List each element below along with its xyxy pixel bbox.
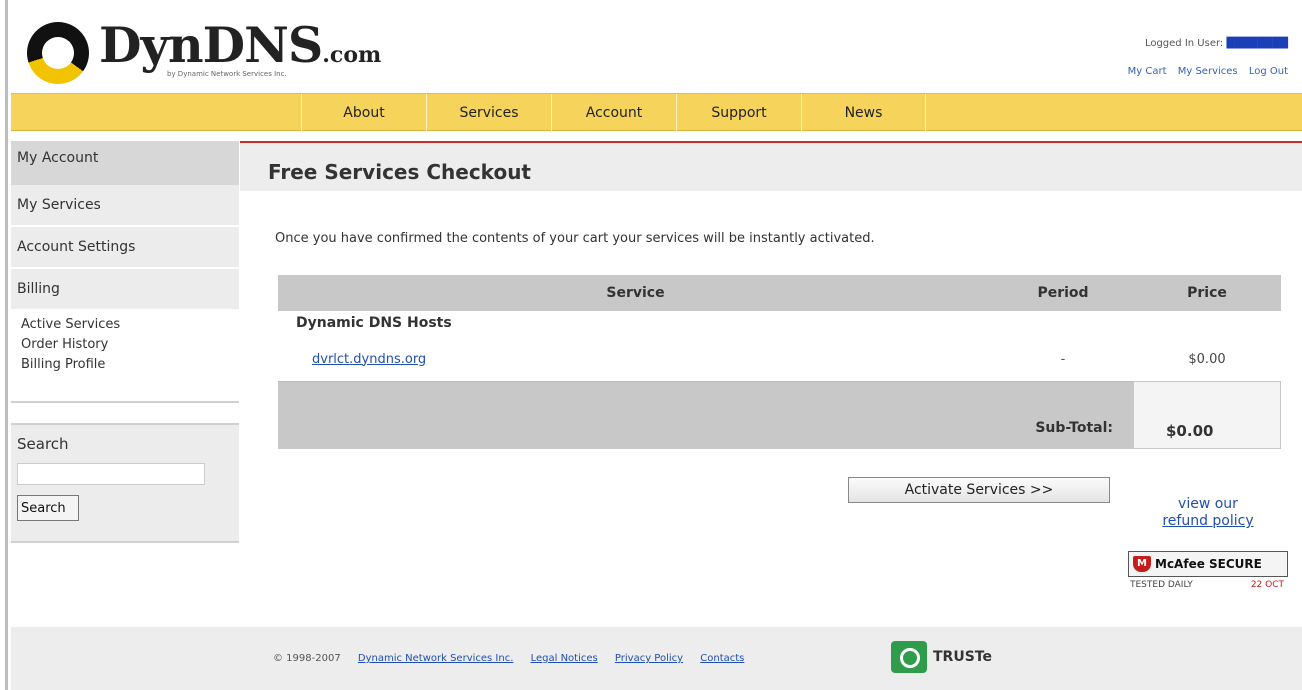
nav-account[interactable]: Account: [551, 94, 676, 131]
footer-link-contacts[interactable]: Contacts: [700, 653, 744, 664]
sidebar-subitem-order-history[interactable]: Order History: [21, 335, 239, 355]
logged-in-line: Logged In User: ████████: [1144, 38, 1288, 49]
subtotal-value: $0.00: [1133, 381, 1281, 449]
truste-label: TRUSTe: [933, 649, 992, 665]
sidebar-title[interactable]: My Account: [11, 141, 239, 185]
cart-table: Service Period Price Dynamic DNS Hosts d…: [278, 275, 1281, 449]
col-price: Price: [1187, 285, 1227, 301]
mcafee-date: 22 OCT: [1250, 580, 1284, 590]
log-out-link[interactable]: Log Out: [1249, 66, 1288, 77]
mcafee-tested: TESTED DAILY: [1130, 580, 1193, 590]
search-panel: Search Search: [11, 423, 239, 543]
sidebar-item-my-services[interactable]: My Services: [11, 185, 239, 227]
activate-services-button[interactable]: Activate Services >>: [848, 477, 1110, 503]
my-cart-link[interactable]: My Cart: [1128, 66, 1167, 77]
copyright-text: © 1998-2007: [273, 653, 341, 664]
service-period: -: [1060, 351, 1066, 367]
dyndns-logo[interactable]: DynDNS.com by Dynamic Network Services I…: [27, 16, 381, 84]
service-price: $0.00: [1188, 351, 1226, 367]
main-nav: About Services Account Support News: [11, 93, 1302, 131]
mcafee-secure-badge[interactable]: McAfee SECURE TESTED DAILY 22 OCT: [1128, 551, 1288, 590]
nav-support[interactable]: Support: [676, 94, 801, 131]
table-header: Service Period Price: [278, 275, 1281, 311]
site-footer: © 1998-2007 Dynamic Network Services Inc…: [11, 627, 1302, 690]
group-row: Dynamic DNS Hosts: [296, 315, 452, 331]
col-service: Service: [606, 285, 665, 301]
sidebar-item-account-settings[interactable]: Account Settings: [11, 227, 239, 269]
logo-wordmark: DynDNS.com: [99, 16, 382, 74]
service-hostname-link[interactable]: dvrlct.dyndns.org: [278, 352, 993, 367]
search-button[interactable]: Search: [17, 495, 79, 521]
left-edge-rule: [0, 0, 8, 690]
my-services-link[interactable]: My Services: [1178, 66, 1238, 77]
sidebar-item-billing[interactable]: Billing: [11, 269, 239, 311]
subtotal-row: Sub-Total: $0.00: [278, 381, 1281, 449]
site-header: DynDNS.com by Dynamic Network Services I…: [11, 0, 1302, 93]
main-content: Free Services Checkout Once you have con…: [240, 141, 1302, 590]
search-input[interactable]: [17, 463, 205, 485]
logo-ring-icon: [27, 22, 89, 84]
sidebar: My Account My Services Account Settings …: [11, 141, 239, 543]
username-redacted[interactable]: ████████: [1226, 38, 1288, 49]
refund-line-1: view our: [1178, 496, 1238, 512]
intro-text: Once you have confirmed the contents of …: [275, 231, 875, 246]
truste-badge[interactable]: TRUSTe: [891, 639, 1031, 675]
nav-services[interactable]: Services: [426, 94, 551, 131]
sidebar-subitem-active-services[interactable]: Active Services: [21, 315, 239, 335]
billing-submenu: Active Services Order History Billing Pr…: [11, 311, 239, 403]
user-box: Logged In User: ████████ My Cart My Serv…: [1120, 30, 1288, 86]
footer-links: © 1998-2007 Dynamic Network Services Inc…: [273, 653, 744, 664]
user-links: My Cart My Services Log Out: [1120, 58, 1288, 86]
nav-about[interactable]: About: [301, 94, 426, 131]
page-title: Free Services Checkout: [240, 141, 1302, 191]
refund-line-2: refund policy: [1162, 513, 1254, 529]
footer-link-company[interactable]: Dynamic Network Services Inc.: [358, 653, 514, 664]
refund-policy-link[interactable]: view our refund policy: [1138, 496, 1278, 530]
logo-subtitle: by Dynamic Network Services Inc.: [167, 70, 287, 78]
mcafee-shield-icon: [1133, 556, 1151, 572]
nav-news[interactable]: News: [801, 94, 926, 131]
truste-logo-icon: [891, 641, 927, 673]
mcafee-label: McAfee SECURE: [1155, 557, 1262, 571]
footer-link-privacy[interactable]: Privacy Policy: [615, 653, 683, 664]
col-period: Period: [1037, 285, 1089, 301]
table-row: dvrlct.dyndns.org - $0.00: [278, 337, 1281, 381]
subtotal-label: Sub-Total:: [278, 381, 1133, 449]
sidebar-subitem-billing-profile[interactable]: Billing Profile: [21, 355, 239, 375]
search-title: Search: [17, 435, 69, 453]
footer-link-legal[interactable]: Legal Notices: [531, 653, 598, 664]
